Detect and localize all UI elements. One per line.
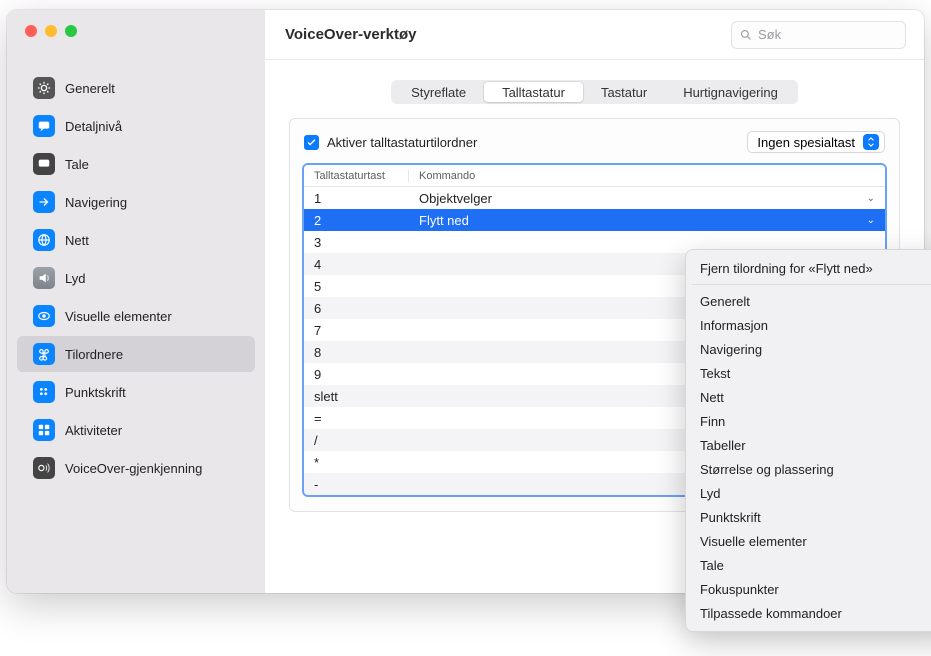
sidebar-item-label: Nett xyxy=(65,233,89,248)
command-popup-menu: Fjern tilordning for «Flytt ned» Generel… xyxy=(685,249,931,632)
titlebar: VoiceOver-verktøy Søk xyxy=(265,10,924,60)
traffic-lights xyxy=(25,25,77,37)
popup-category-custom[interactable]: Tilpassede kommandoer› xyxy=(686,601,931,625)
sidebar-item-label: Aktiviteter xyxy=(65,423,122,438)
popup-category-web[interactable]: Nett› xyxy=(686,385,931,409)
popup-category-text[interactable]: Tekst› xyxy=(686,361,931,385)
table-header: Talltastaturtast Kommando xyxy=(304,165,885,187)
sidebar-item-general[interactable]: Generelt xyxy=(17,70,255,106)
sidebar-item-label: Tale xyxy=(65,157,89,172)
popup-category-braille[interactable]: Punktskrift› xyxy=(686,505,931,529)
sidebar-item-activities[interactable]: Aktiviteter xyxy=(17,412,255,448)
minimize-window-button[interactable] xyxy=(45,25,57,37)
sidebar-item-label: Tilordnere xyxy=(65,347,123,362)
sidebar-item-navigation[interactable]: Navigering xyxy=(17,184,255,220)
popup-category-find[interactable]: Finn› xyxy=(686,409,931,433)
page-title: VoiceOver-verktøy xyxy=(285,26,416,43)
sidebar-item-label: Detaljnivå xyxy=(65,119,122,134)
sidebar: Generelt Detaljnivå Tale Navigering Nett xyxy=(7,10,265,593)
chevron-down-icon: ⌄ xyxy=(867,193,875,204)
sidebar-item-verbosity[interactable]: Detaljnivå xyxy=(17,108,255,144)
search-icon xyxy=(740,29,752,41)
voiceover-icon xyxy=(33,457,55,479)
popup-remove-assignment[interactable]: Fjern tilordning for «Flytt ned» xyxy=(686,256,931,280)
sidebar-item-label: VoiceOver-gjenkjenning xyxy=(65,461,202,476)
braille-icon xyxy=(33,381,55,403)
table-row[interactable]: 2 Flytt ned⌄ xyxy=(304,209,885,231)
popup-category-sound[interactable]: Lyd› xyxy=(686,481,931,505)
main-content: VoiceOver-verktøy Søk Styreflate Talltas… xyxy=(265,10,924,593)
updown-icon xyxy=(863,134,879,150)
column-command: Kommando xyxy=(409,170,885,182)
popup-category-hotspots[interactable]: Fokuspunkter› xyxy=(686,577,931,601)
sidebar-item-label: Generelt xyxy=(65,81,115,96)
sidebar-item-recognition[interactable]: VoiceOver-gjenkjenning xyxy=(17,450,255,486)
globe-icon xyxy=(33,229,55,251)
speech-bubble-icon xyxy=(33,115,55,137)
enable-numpad-label: Aktiver talltastaturtilordner xyxy=(327,135,477,150)
tab-trackpad[interactable]: Styreflate xyxy=(393,82,484,102)
sidebar-item-speech[interactable]: Tale xyxy=(17,146,255,182)
arrow-right-icon xyxy=(33,191,55,213)
sidebar-item-sound[interactable]: Lyd xyxy=(17,260,255,296)
command-icon xyxy=(33,343,55,365)
grid-icon xyxy=(33,419,55,441)
modifier-key-select[interactable]: Ingen spesialtast xyxy=(747,131,885,153)
popup-separator xyxy=(692,284,931,285)
popup-category-speech[interactable]: Tale› xyxy=(686,553,931,577)
table-row[interactable]: 1 Objektvelger⌄ xyxy=(304,187,885,209)
popup-category-general[interactable]: Generelt› xyxy=(686,289,931,313)
popup-category-navigation[interactable]: Navigering› xyxy=(686,337,931,361)
sidebar-item-label: Lyd xyxy=(65,271,85,286)
tab-quicknav[interactable]: Hurtignavigering xyxy=(665,82,796,102)
modifier-key-value: Ingen spesialtast xyxy=(757,135,855,150)
search-placeholder: Søk xyxy=(758,27,781,42)
tab-numpad[interactable]: Talltastatur xyxy=(484,82,583,102)
sidebar-item-label: Punktskrift xyxy=(65,385,126,400)
close-window-button[interactable] xyxy=(25,25,37,37)
popup-category-size[interactable]: Størrelse og plassering› xyxy=(686,457,931,481)
tab-keyboard[interactable]: Tastatur xyxy=(583,82,665,102)
chevron-down-icon: ⌄ xyxy=(867,215,875,226)
popup-category-visuals[interactable]: Visuelle elementer› xyxy=(686,529,931,553)
enable-numpad-checkbox[interactable] xyxy=(304,135,319,150)
column-key: Talltastaturtast xyxy=(304,170,409,182)
sidebar-item-commanders[interactable]: Tilordnere xyxy=(17,336,255,372)
popup-category-information[interactable]: Informasjon› xyxy=(686,313,931,337)
gear-icon xyxy=(33,77,55,99)
eye-icon xyxy=(33,305,55,327)
zoom-window-button[interactable] xyxy=(65,25,77,37)
sidebar-item-visuals[interactable]: Visuelle elementer xyxy=(17,298,255,334)
text-bubble-icon xyxy=(33,153,55,175)
sidebar-item-web[interactable]: Nett xyxy=(17,222,255,258)
search-input[interactable]: Søk xyxy=(731,21,906,49)
speaker-icon xyxy=(33,267,55,289)
sidebar-item-braille[interactable]: Punktskrift xyxy=(17,374,255,410)
app-window: Generelt Detaljnivå Tale Navigering Nett xyxy=(7,10,924,593)
sidebar-item-label: Navigering xyxy=(65,195,127,210)
popup-category-tables[interactable]: Tabeller› xyxy=(686,433,931,457)
tabs-container: Styreflate Talltastatur Tastatur Hurtign… xyxy=(289,80,900,104)
sidebar-item-label: Visuelle elementer xyxy=(65,309,172,324)
